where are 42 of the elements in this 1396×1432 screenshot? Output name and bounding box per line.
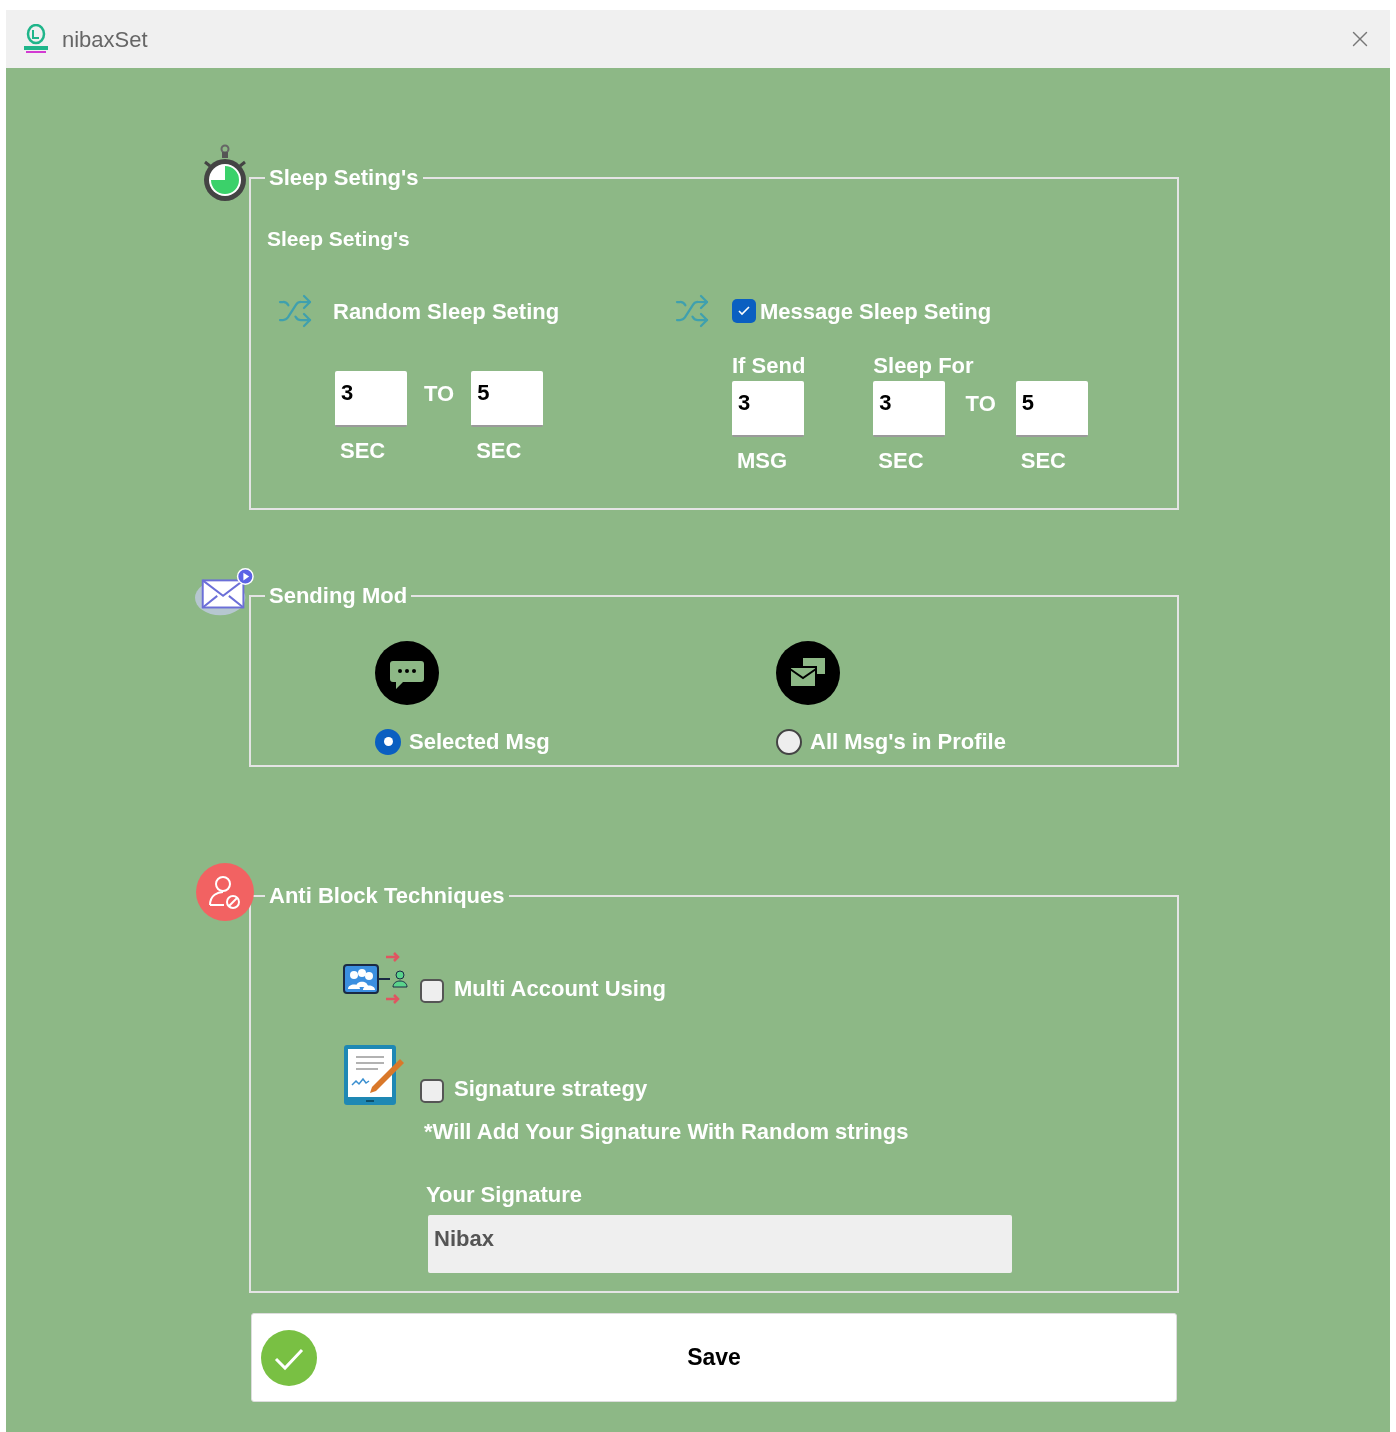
radio-label: Selected Msg — [409, 728, 550, 756]
envelopes-icon — [776, 641, 840, 705]
chat-bubble-icon — [375, 641, 439, 705]
to-label: TO — [965, 390, 996, 418]
checkbox[interactable] — [420, 1079, 444, 1103]
unit-label: SEC — [1019, 448, 1066, 473]
signature-note: *Will Add Your Signature With Random strings — [424, 1118, 910, 1146]
number-field[interactable]: 5 — [471, 371, 544, 427]
envelope-icon — [195, 566, 255, 618]
window-title: nibaxSet — [62, 25, 148, 54]
random-sleep-label: Random Sleep Seting — [333, 297, 560, 326]
check-circle-icon — [261, 1330, 317, 1386]
if-send-label: If Send — [732, 352, 806, 380]
radio-label: All Msg's in Profile — [810, 728, 1006, 756]
radio-button[interactable] — [375, 728, 401, 755]
unit-label: SEC — [475, 437, 523, 465]
radio-button[interactable] — [776, 728, 802, 755]
user-blocked-icon — [196, 863, 254, 921]
tablet-pen-icon — [342, 1043, 406, 1107]
unit-label: MSG — [736, 448, 788, 473]
unit-label: SEC — [339, 437, 387, 465]
signature-label: Your Signature — [425, 1181, 584, 1209]
shuffle-icon — [674, 293, 710, 329]
number-field[interactable]: 3 — [732, 381, 804, 437]
unit-label: SEC — [877, 448, 924, 473]
checkbox[interactable] — [420, 979, 444, 1003]
app-logo-icon — [22, 24, 50, 54]
shuffle-icon — [277, 293, 313, 329]
stopwatch-icon — [201, 144, 249, 204]
number-field[interactable]: 5 — [1015, 381, 1088, 437]
number-field[interactable]: 3 — [873, 381, 946, 437]
number-field[interactable]: 3 — [335, 371, 407, 427]
checkbox-label: Multi Account Using — [454, 975, 666, 1003]
section-subtitle: Sleep Seting's — [267, 227, 410, 250]
check-icon — [737, 304, 751, 318]
signature-field[interactable]: Nibax — [428, 1215, 1012, 1273]
to-label: TO — [424, 380, 455, 408]
checkbox[interactable] — [732, 299, 756, 323]
sleep-for-label: Sleep For — [873, 352, 974, 380]
checkbox-label: Signature strategy — [454, 1075, 648, 1103]
save-button[interactable]: Save — [251, 1313, 1177, 1402]
message-sleep-label: Message Sleep Seting — [760, 297, 992, 326]
